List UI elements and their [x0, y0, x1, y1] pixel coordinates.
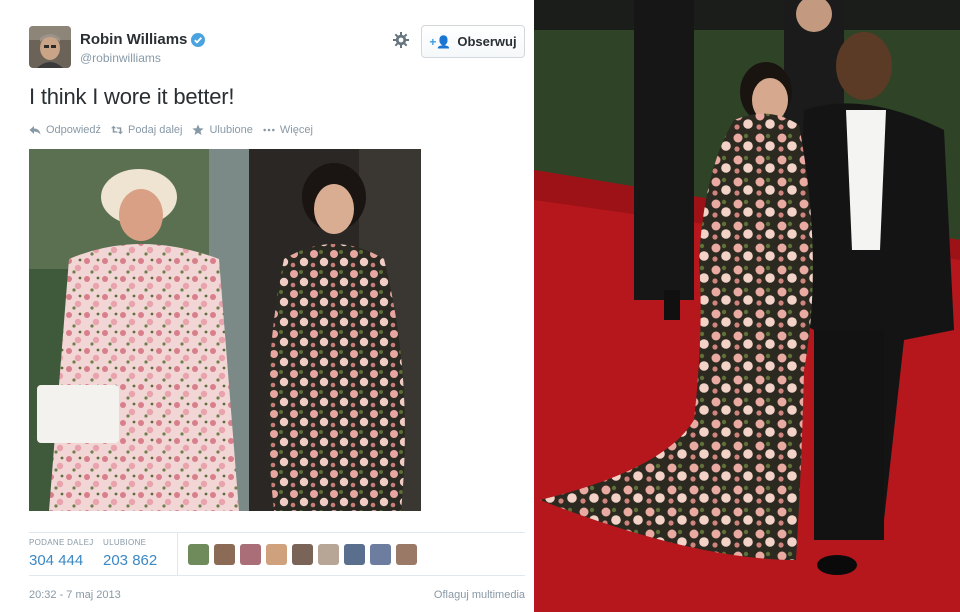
tweet-timestamp[interactable]: 20:32 - 7 maj 2013: [29, 589, 121, 601]
stats-separator: [177, 533, 178, 575]
author-avatar[interactable]: [29, 26, 71, 68]
follow-user-icon: +👤: [429, 34, 452, 49]
follow-button-label: Obserwuj: [457, 34, 517, 49]
faver-avatar[interactable]: [292, 544, 313, 565]
tweet-media-photo[interactable]: [29, 149, 421, 511]
favoriters-list: [188, 544, 417, 565]
favorite-label: Ulubione: [209, 124, 253, 136]
retweet-icon: [111, 125, 124, 135]
reply-label: Odpowiedź: [46, 124, 102, 136]
verified-badge-icon: [191, 32, 206, 47]
faver-avatar[interactable]: [266, 544, 287, 565]
retweet-button[interactable]: Podaj dalej: [111, 124, 182, 136]
more-label: Więcej: [279, 124, 313, 136]
retweet-stat[interactable]: PODANE DALEJ 304 444: [29, 538, 94, 569]
faver-avatar[interactable]: [370, 544, 391, 565]
reply-icon: [29, 126, 41, 135]
more-button[interactable]: Więcej: [263, 124, 313, 136]
retweet-stat-value[interactable]: 304 444: [29, 552, 94, 569]
faver-avatar[interactable]: [214, 544, 235, 565]
favorite-stat[interactable]: ULUBIONE 203 862: [103, 538, 157, 569]
faver-avatar[interactable]: [240, 544, 261, 565]
author-handle[interactable]: @robinwilliams: [80, 51, 161, 65]
stats-divider-top: [29, 532, 525, 533]
tweet-text: I think I wore it better!: [29, 84, 235, 109]
follow-button[interactable]: +👤 Obserwuj: [421, 25, 525, 58]
faver-avatar[interactable]: [344, 544, 365, 565]
stats-divider-bottom: [29, 575, 525, 576]
favorite-stat-value[interactable]: 203 862: [103, 552, 157, 569]
favorite-stat-label: ULUBIONE: [103, 538, 147, 547]
author-name-text[interactable]: Robin Williams: [80, 31, 187, 48]
retweet-stat-label: PODANE DALEJ: [29, 538, 94, 547]
favorite-button[interactable]: Ulubione: [192, 124, 253, 136]
faver-avatar[interactable]: [396, 544, 417, 565]
tweet-actions: Odpowiedź Podaj dalej Ulubione Więcej: [29, 124, 313, 136]
red-carpet-photo: [534, 0, 960, 612]
faver-avatar[interactable]: [318, 544, 339, 565]
tweet-card: Robin Williams @robinwilliams +👤 Obserwu…: [0, 0, 534, 612]
faver-avatar[interactable]: [188, 544, 209, 565]
reply-button[interactable]: Odpowiedź: [29, 124, 101, 136]
star-icon: [192, 124, 205, 135]
author-name[interactable]: Robin Williams: [80, 31, 206, 48]
more-dots-icon: [263, 128, 275, 132]
flag-media-link[interactable]: Oflaguj multimedia: [434, 589, 525, 601]
gear-icon[interactable]: [392, 31, 410, 49]
retweet-label: Podaj dalej: [128, 124, 183, 136]
